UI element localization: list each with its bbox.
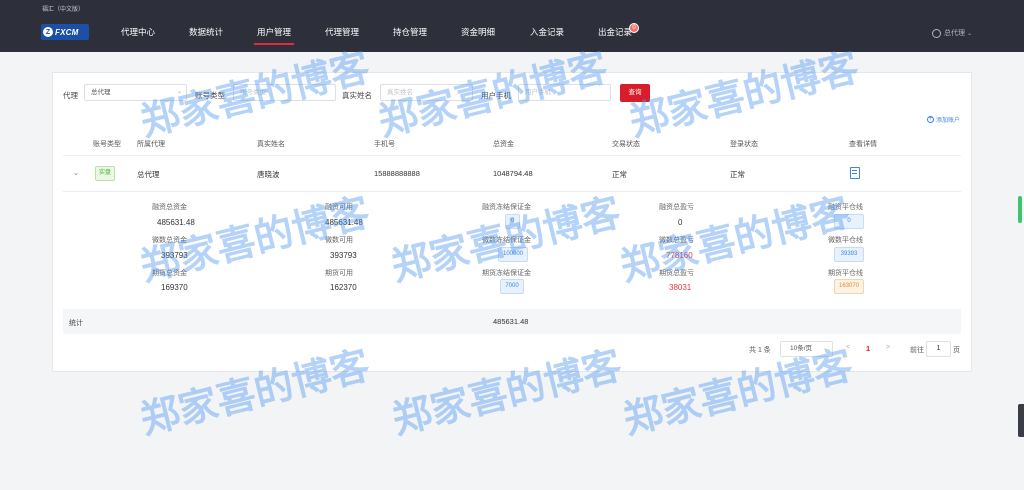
brand-logo[interactable]: Z FXCM [41,24,89,40]
user-management-card: 代理 总代理 ⌄ 账号类型 账号类型 真实姓名 真实姓名 用户手机 用户手机 查… [52,72,972,372]
stat-label: 期货冻结保证金 [482,270,531,277]
chevron-down-icon: ⌄ [967,30,973,37]
account-type-label: 账号类型 [195,91,225,100]
stat-label: 微数可用 [325,237,353,244]
top-navigation-bar: 福汇（中文版） Z FXCM 代理中心 数据统计 用户管理 代理管理 持仓管理 … [0,0,1024,52]
stat-value-pill: 0 [834,214,864,229]
stat-value-pill: 0 [505,214,520,229]
column-header-agent: 所属代理 [137,141,165,148]
stat-label: 期货总资金 [152,270,187,277]
plus-circle-icon: + [927,116,934,123]
row-agent: 总代理 [137,170,160,179]
stat-value: 0 [678,218,683,227]
real-name-label: 真实姓名 [342,91,372,100]
nav-fund-details[interactable]: 资金明细 [461,26,495,38]
user-name: 总代理 [944,30,965,37]
row-divider [63,191,961,192]
row-phone: 15888888888 [374,169,420,178]
prev-page-button[interactable]: < [846,344,850,351]
stat-label: 微数平仓线 [828,237,863,244]
expand-row-chevron-icon[interactable]: ⌄ [73,169,79,177]
user-avatar-icon [932,28,941,38]
add-account-link[interactable]: + 添加账户 [927,115,960,124]
stat-label: 融资总资金 [152,204,187,211]
query-button[interactable]: 查询 [620,84,650,102]
stat-value-pill: 163070 [834,279,864,294]
notification-badge: 0 [629,23,639,33]
phone-input[interactable]: 用户手机 [518,84,611,101]
chevron-down-icon: ⌄ [822,346,828,352]
stat-value: 778160 [666,251,693,260]
stat-value: 169370 [161,283,188,292]
column-header-total-funds: 总资金 [493,141,514,148]
stat-value: 393793 [161,251,188,260]
site-title: 福汇（中文版） [42,7,85,13]
column-header-real-name: 真实姓名 [257,141,285,148]
summary-total: 485631.48 [493,317,529,326]
stat-label: 期货总盈亏 [659,270,694,277]
header-divider [63,155,961,156]
agent-select[interactable]: 总代理 ⌄ [84,84,187,101]
chevron-down-icon: ⌄ [176,89,182,95]
row-real-name: 唐晓波 [257,170,280,179]
goto-page-input[interactable]: 1 [926,341,951,357]
nav-withdrawal-records[interactable]: 出金记录 0 [598,23,639,38]
stat-value-pill: 39393 [834,247,864,262]
real-name-input[interactable]: 真实姓名 [380,84,473,101]
summary-row: 统计 485631.48 [63,309,961,334]
nav-withdrawal-label: 出金记录 [598,27,633,37]
column-header-phone: 手机号 [374,141,395,148]
side-scroll-indicator[interactable] [1018,196,1022,223]
stat-label: 融资总盈亏 [659,204,694,211]
nav-data-stats[interactable]: 数据统计 [189,26,223,38]
summary-label: 统计 [69,320,83,327]
stat-value: 393793 [330,251,357,260]
account-type-tag: 实盘 [95,166,115,181]
nav-user-management[interactable]: 用户管理 [253,26,295,45]
stat-label: 期货可用 [325,270,353,277]
row-trade-status: 正常 [612,170,627,179]
current-page[interactable]: 1 [866,344,870,353]
page-size-select[interactable]: 10条/页 ⌄ [780,341,833,357]
row-login-status: 正常 [730,170,745,179]
logo-text: FXCM [55,27,79,37]
stat-label: 微数冻结保证金 [482,237,531,244]
stat-value-pill: 100000 [498,247,528,262]
agent-select-value: 总代理 [91,89,111,96]
stat-label: 融资可用 [325,204,353,211]
nav-deposit-records[interactable]: 入金记录 [530,26,564,38]
add-account-label: 添加账户 [936,118,961,124]
stat-label: 融资平仓线 [828,204,863,211]
column-header-trade-status: 交易状态 [612,141,640,148]
agent-filter-label: 代理 [63,91,78,100]
user-menu[interactable]: 总代理 ⌄ [932,28,972,38]
logo-mark-icon: Z [43,27,53,37]
stat-value: 38031 [669,283,692,292]
stat-label: 期货平仓线 [828,270,863,277]
nav-agent-management[interactable]: 代理管理 [325,26,359,38]
stat-value: 485631.48 [325,218,363,227]
account-type-select[interactable]: 账号类型 [233,84,336,101]
next-page-button[interactable]: > [886,344,890,351]
page-suffix: 页 [953,347,960,354]
column-header-login-status: 登录状态 [730,141,758,148]
stat-value-pill: 7000 [500,279,524,294]
phone-label: 用户手机 [481,91,511,100]
stat-value: 162370 [330,283,357,292]
stat-label: 融资冻结保证金 [482,204,531,211]
view-detail-icon[interactable] [850,167,860,179]
side-float-tab[interactable] [1018,404,1024,437]
goto-label: 前往 [910,347,924,354]
column-header-view-details: 查看详情 [849,141,877,148]
pagination-total: 共 1 条 [749,347,771,354]
stat-label: 微数总盈亏 [659,237,694,244]
nav-agent-center[interactable]: 代理中心 [121,26,155,38]
row-total-funds: 1048794.48 [493,169,533,178]
column-header-account-type: 账号类型 [93,141,121,148]
stat-value: 485631.48 [157,218,195,227]
stat-label: 微数总资金 [152,237,187,244]
page-size-value: 10条/页 [790,345,813,352]
nav-position-management[interactable]: 持仓管理 [393,26,427,38]
